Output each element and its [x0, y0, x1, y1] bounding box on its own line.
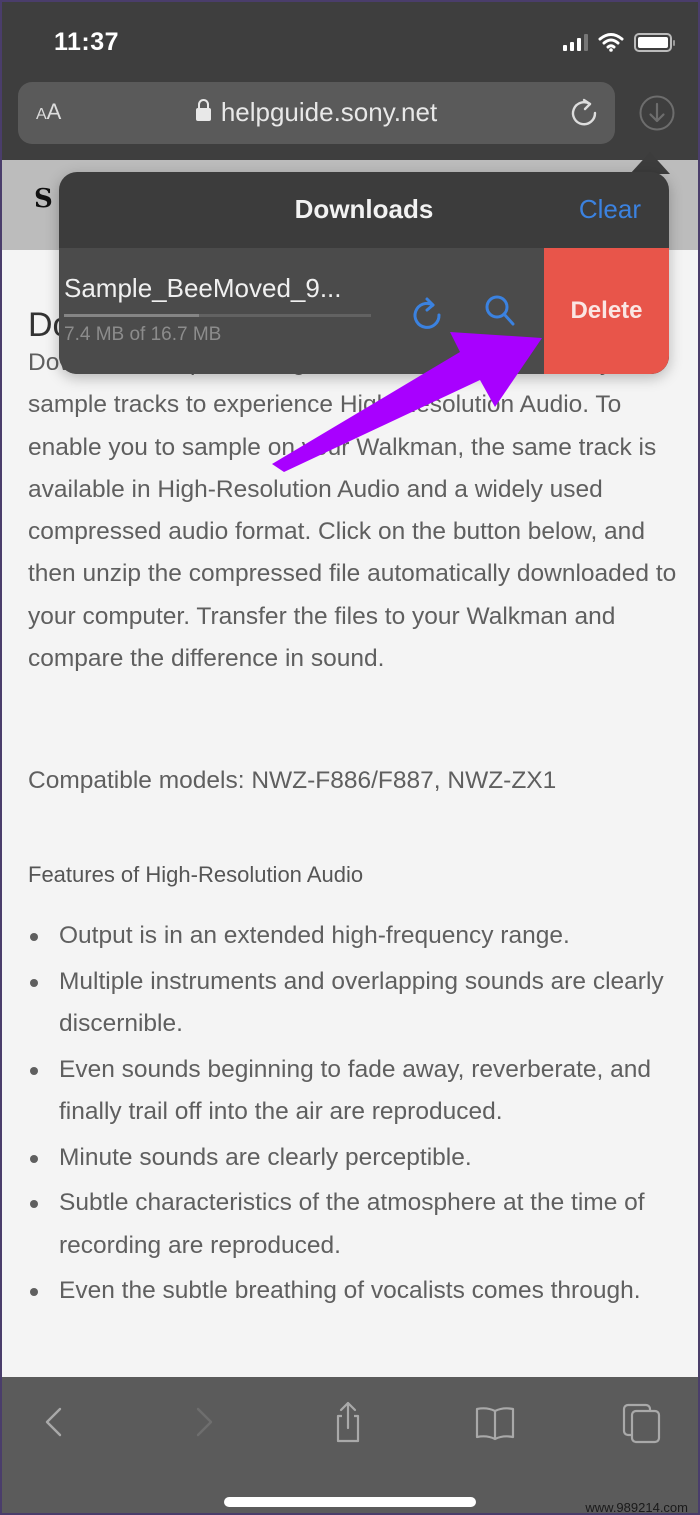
status-icons [563, 32, 675, 52]
feature-item: Subtle characteristics of the atmosphere… [28, 1182, 678, 1267]
address-bar[interactable]: AA helpguide.sony.net [18, 82, 615, 144]
phone-screen: 11:37 AA helpguide.sony.net S Do sample … [2, 2, 698, 1513]
browser-bottom-toolbar [2, 1377, 698, 1513]
share-icon[interactable] [325, 1399, 371, 1445]
url-display[interactable]: helpguide.sony.net [18, 97, 615, 128]
cellular-signal-icon [563, 33, 588, 51]
clear-button[interactable]: Clear [579, 194, 641, 225]
home-indicator[interactable] [224, 1497, 476, 1507]
battery-icon [634, 32, 675, 52]
status-time: 11:37 [54, 28, 120, 56]
wifi-icon [598, 33, 624, 52]
downloads-title: Downloads [294, 194, 434, 224]
reload-icon[interactable] [567, 96, 601, 130]
popover-pointer [630, 152, 670, 174]
download-size: 7.4 MB of 16.7 MB [64, 324, 222, 345]
tabs-icon[interactable] [619, 1399, 665, 1445]
feature-item: Multiple instruments and overlapping sou… [28, 961, 678, 1046]
feature-item: Output is in an extended high-frequency … [28, 915, 678, 958]
compatible-models: Compatible models: NWZ-F886/F887, NWZ-ZX… [28, 767, 557, 794]
feature-item: Even the subtle breathing of vocalists c… [28, 1270, 678, 1313]
feature-item: Even sounds beginning to fade away, reve… [28, 1049, 678, 1134]
download-item[interactable]: Sample_BeeMoved_9... 7.4 MB of 16.7 MB D… [59, 248, 669, 374]
url-text: helpguide.sony.net [220, 97, 438, 127]
feature-item: Minute sounds are clearly perceptible. [28, 1137, 678, 1180]
downloads-popover: Downloads Clear Sample_BeeMoved_9... 7.4… [59, 172, 669, 374]
retry-icon[interactable] [409, 293, 445, 333]
watermark: www.989214.com [585, 1500, 688, 1513]
features-title: Features of High-Resolution Audio [28, 862, 364, 887]
sony-logo[interactable]: S [34, 184, 55, 214]
magnifier-icon[interactable] [482, 291, 518, 331]
download-progress-bar [64, 314, 371, 317]
lock-icon [195, 99, 211, 121]
features-list: Output is in an extended high-frequency … [28, 915, 678, 1316]
chevron-right-icon[interactable] [180, 1399, 226, 1445]
download-file-name: Sample_BeeMoved_9... [64, 273, 342, 303]
book-icon[interactable] [472, 1399, 518, 1445]
browser-top-bar: 11:37 AA helpguide.sony.net [2, 2, 698, 160]
chevron-left-icon[interactable] [32, 1399, 78, 1445]
intro-paragraph: Download samples of High-Resolution musi… [28, 349, 677, 673]
download-circle-icon[interactable] [638, 94, 676, 132]
delete-button[interactable]: Delete [544, 248, 669, 374]
